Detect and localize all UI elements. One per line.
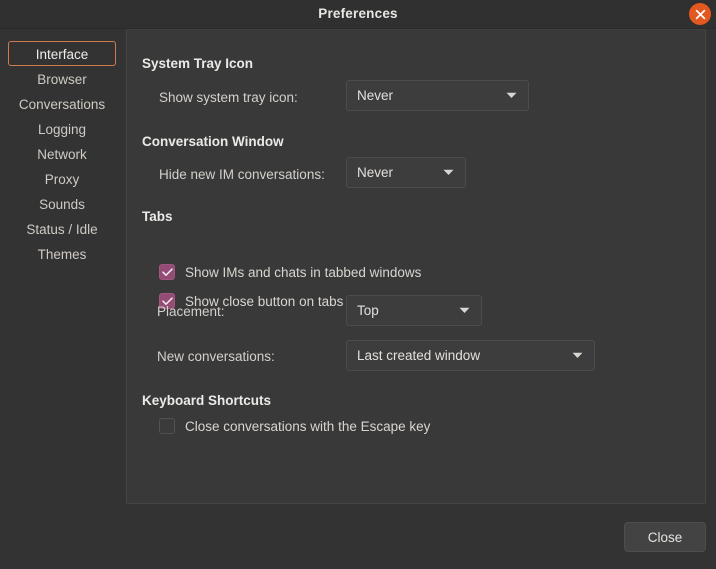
sidebar-item-label: Network xyxy=(37,147,87,162)
close-button[interactable]: Close xyxy=(624,522,706,552)
close-button-label: Close xyxy=(647,529,683,545)
section-heading-conversation-window: Conversation Window xyxy=(142,134,284,149)
preferences-content-panel: System Tray Icon Show system tray icon: … xyxy=(126,29,706,504)
chevron-down-icon xyxy=(500,92,522,99)
checkbox-label: Close conversations with the Escape key xyxy=(185,418,431,434)
dropdown-value: Never xyxy=(357,88,394,103)
dropdown-value: Never xyxy=(357,165,394,180)
label-placement: Placement: xyxy=(157,304,225,319)
dropdown-new-conversations[interactable]: Last created window xyxy=(346,340,595,371)
sidebar-item-interface[interactable]: Interface xyxy=(8,41,116,66)
label-show-system-tray-icon: Show system tray icon: xyxy=(159,90,298,105)
chevron-down-icon xyxy=(453,307,475,314)
dropdown-value: Top xyxy=(357,303,379,318)
window-close-button[interactable] xyxy=(689,3,711,25)
sidebar-item-proxy[interactable]: Proxy xyxy=(8,166,116,191)
label-new-conversations: New conversations: xyxy=(157,349,275,364)
sidebar-item-label: Browser xyxy=(37,72,87,87)
dropdown-show-system-tray-icon[interactable]: Never xyxy=(346,80,529,111)
sidebar-item-logging[interactable]: Logging xyxy=(8,116,116,141)
dropdown-hide-new-im-conversations[interactable]: Never xyxy=(346,157,466,188)
label-hide-new-im-conversations: Hide new IM conversations: xyxy=(159,167,325,182)
sidebar-item-label: Logging xyxy=(37,122,87,137)
section-heading-system-tray: System Tray Icon xyxy=(142,56,254,71)
sidebar-item-status-idle[interactable]: Status / Idle xyxy=(8,216,116,241)
sidebar-item-label: Conversations xyxy=(18,97,106,112)
sidebar-item-themes[interactable]: Themes xyxy=(8,241,116,266)
sidebar-item-network[interactable]: Network xyxy=(8,141,116,166)
checkbox-tabbed-windows[interactable] xyxy=(159,264,175,280)
sidebar-item-sounds[interactable]: Sounds xyxy=(8,191,116,216)
sidebar-item-label: Status / Idle xyxy=(26,222,98,237)
dropdown-value: Last created window xyxy=(357,348,481,363)
checkbox-row-escape-key[interactable]: Close conversations with the Escape key xyxy=(159,418,430,434)
sidebar-item-conversations[interactable]: Conversations xyxy=(8,91,116,116)
window-titlebar: Preferences xyxy=(0,0,716,29)
sidebar-item-label: Proxy xyxy=(44,172,80,187)
window-title: Preferences xyxy=(318,6,398,21)
sidebar-item-label: Sounds xyxy=(39,197,85,212)
dropdown-placement[interactable]: Top xyxy=(346,295,482,326)
chevron-down-icon xyxy=(566,352,588,359)
sidebar-item-label: Themes xyxy=(37,247,87,262)
checkbox-row-tabbed-windows[interactable]: Show IMs and chats in tabbed windows xyxy=(159,264,421,280)
checkbox-escape-key[interactable] xyxy=(159,418,175,434)
sidebar-item-browser[interactable]: Browser xyxy=(8,66,116,91)
section-heading-keyboard-shortcuts: Keyboard Shortcuts xyxy=(142,393,272,408)
close-icon xyxy=(695,9,706,20)
chevron-down-icon xyxy=(437,169,459,176)
section-heading-tabs: Tabs xyxy=(142,209,173,224)
sidebar-item-label: Interface xyxy=(35,47,89,62)
checkbox-label: Show IMs and chats in tabbed windows xyxy=(185,264,422,280)
sidebar-nav: Interface Browser Conversations Logging … xyxy=(0,29,124,504)
